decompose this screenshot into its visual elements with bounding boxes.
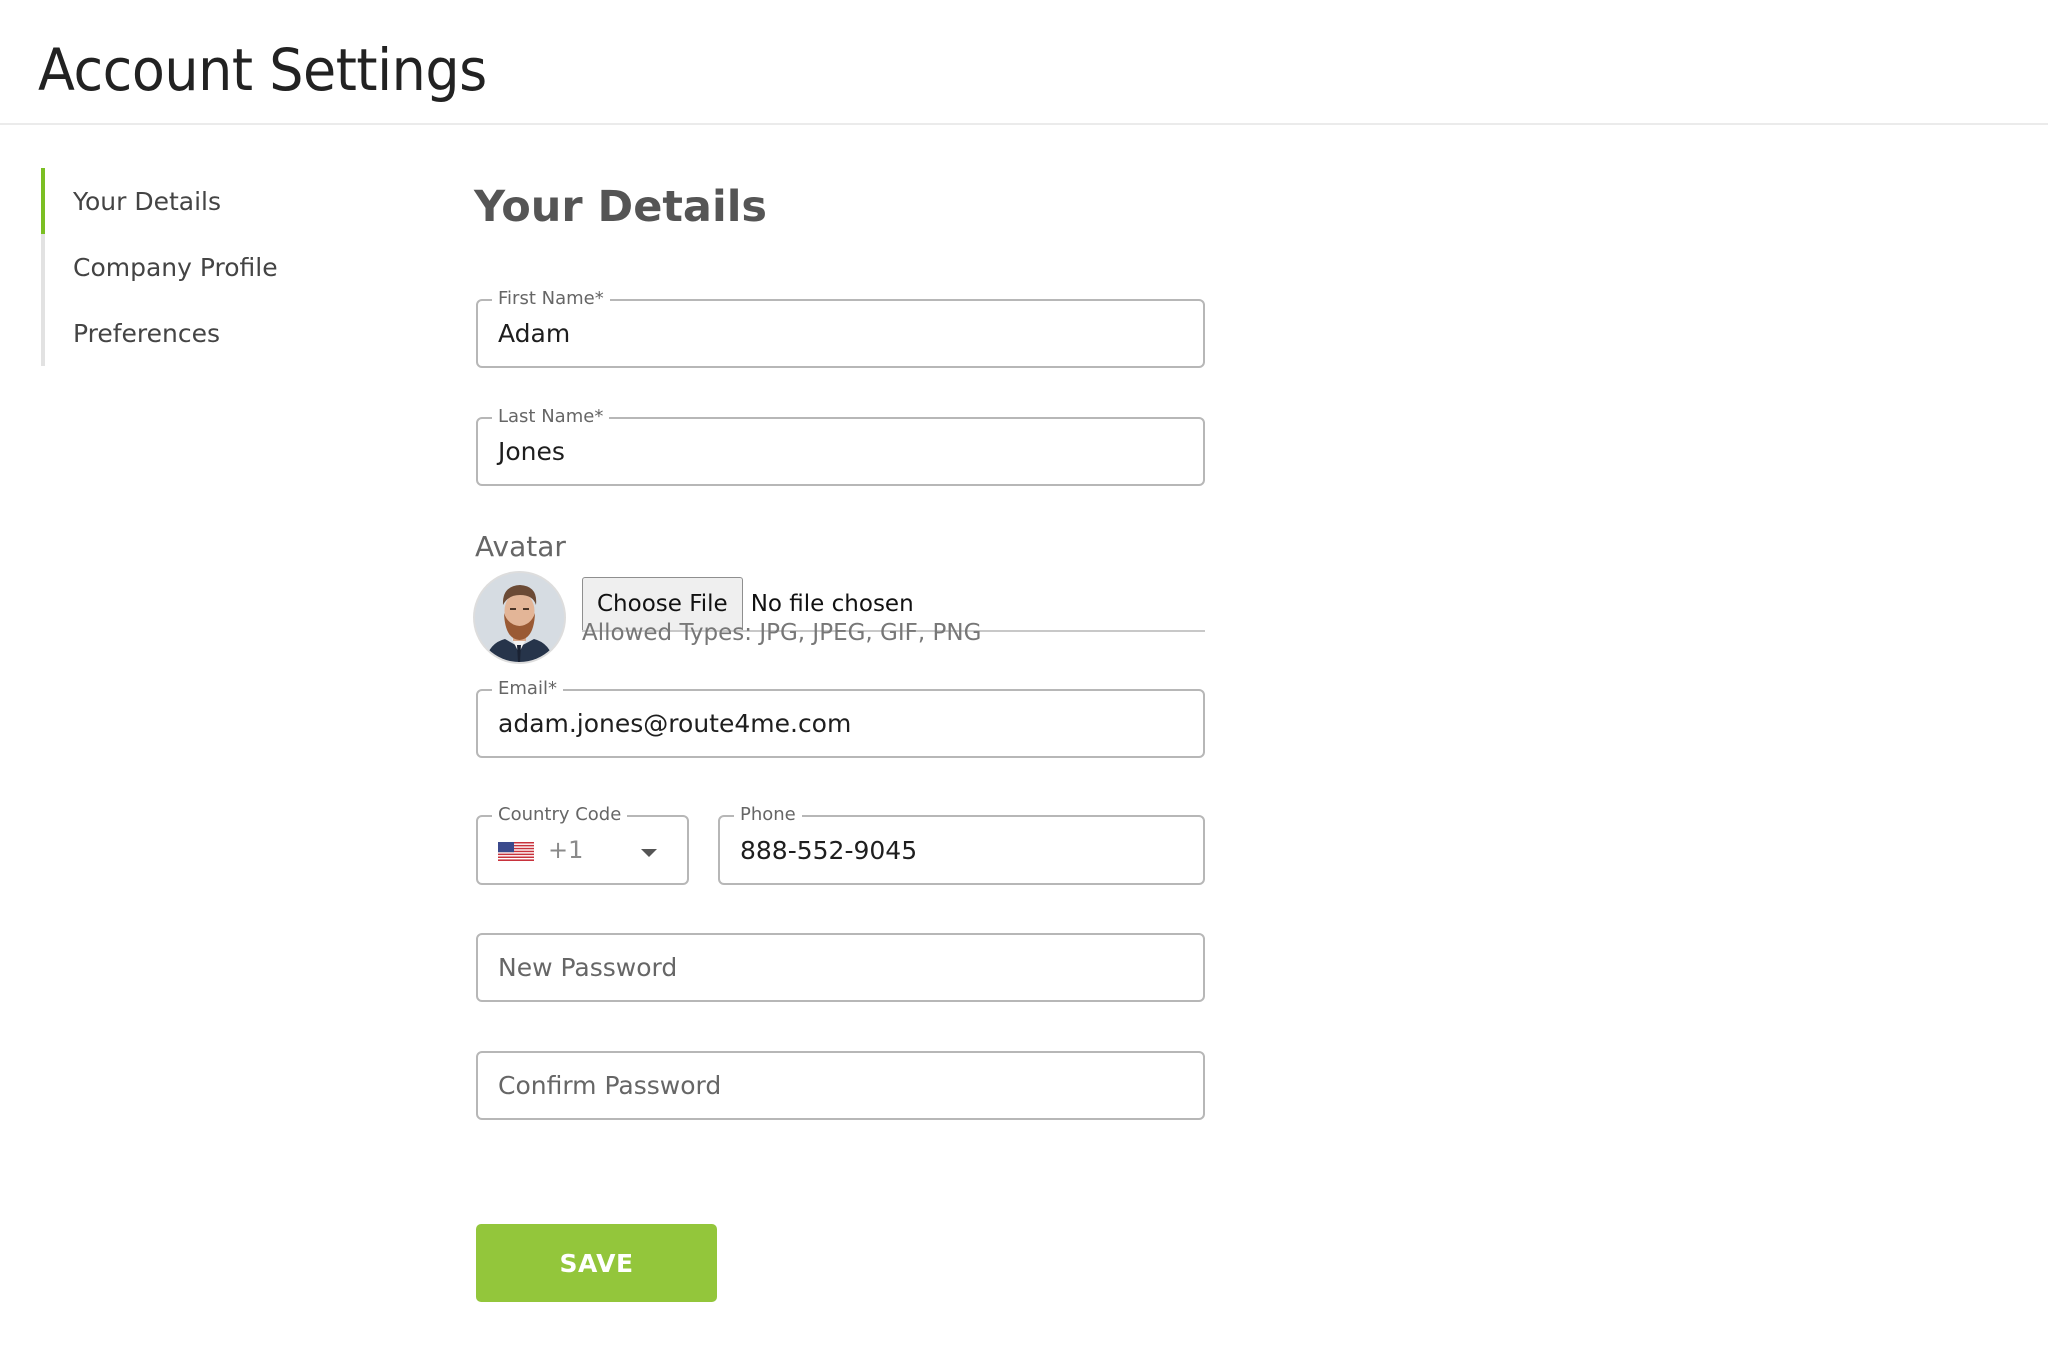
phone-input[interactable]: 888-552-9045 [740, 817, 1187, 883]
section-title: Your Details [474, 182, 768, 232]
user-portrait-icon [475, 573, 564, 662]
last-name-field[interactable]: Last Name* Jones [476, 406, 1205, 486]
header-divider [0, 123, 2048, 125]
country-code-select[interactable]: Country Code +1 [476, 804, 689, 885]
sidebar-item-company-profile[interactable]: Company Profile [45, 234, 361, 300]
allowed-types-hint: Allowed Types: JPG, JPEG, GIF, PNG [582, 620, 982, 646]
avatar-image [475, 573, 564, 662]
phone-field[interactable]: Phone 888-552-9045 [718, 804, 1205, 885]
us-flag-icon [498, 842, 534, 861]
chevron-down-icon[interactable] [641, 849, 657, 857]
page-title: Account Settings [38, 36, 487, 104]
country-code-value: +1 [548, 836, 584, 864]
sidebar-item-preferences[interactable]: Preferences [45, 300, 361, 366]
last-name-input[interactable]: Jones [498, 419, 1187, 484]
save-button[interactable]: SAVE [476, 1224, 717, 1302]
new-password-field[interactable]: New Password [476, 933, 1205, 1002]
first-name-input[interactable]: Adam [498, 301, 1187, 366]
first-name-field[interactable]: First Name* Adam [476, 288, 1205, 368]
sidebar-item-your-details[interactable]: Your Details [41, 168, 361, 234]
confirm-password-input[interactable]: Confirm Password [498, 1053, 1187, 1118]
email-input[interactable]: adam.jones@route4me.com [498, 691, 1187, 756]
confirm-password-field[interactable]: Confirm Password [476, 1051, 1205, 1120]
settings-sidebar: Your Details Company Profile Preferences [41, 168, 361, 366]
new-password-input[interactable]: New Password [498, 935, 1187, 1000]
avatar-label: Avatar [475, 530, 566, 563]
email-field[interactable]: Email* adam.jones@route4me.com [476, 678, 1205, 758]
